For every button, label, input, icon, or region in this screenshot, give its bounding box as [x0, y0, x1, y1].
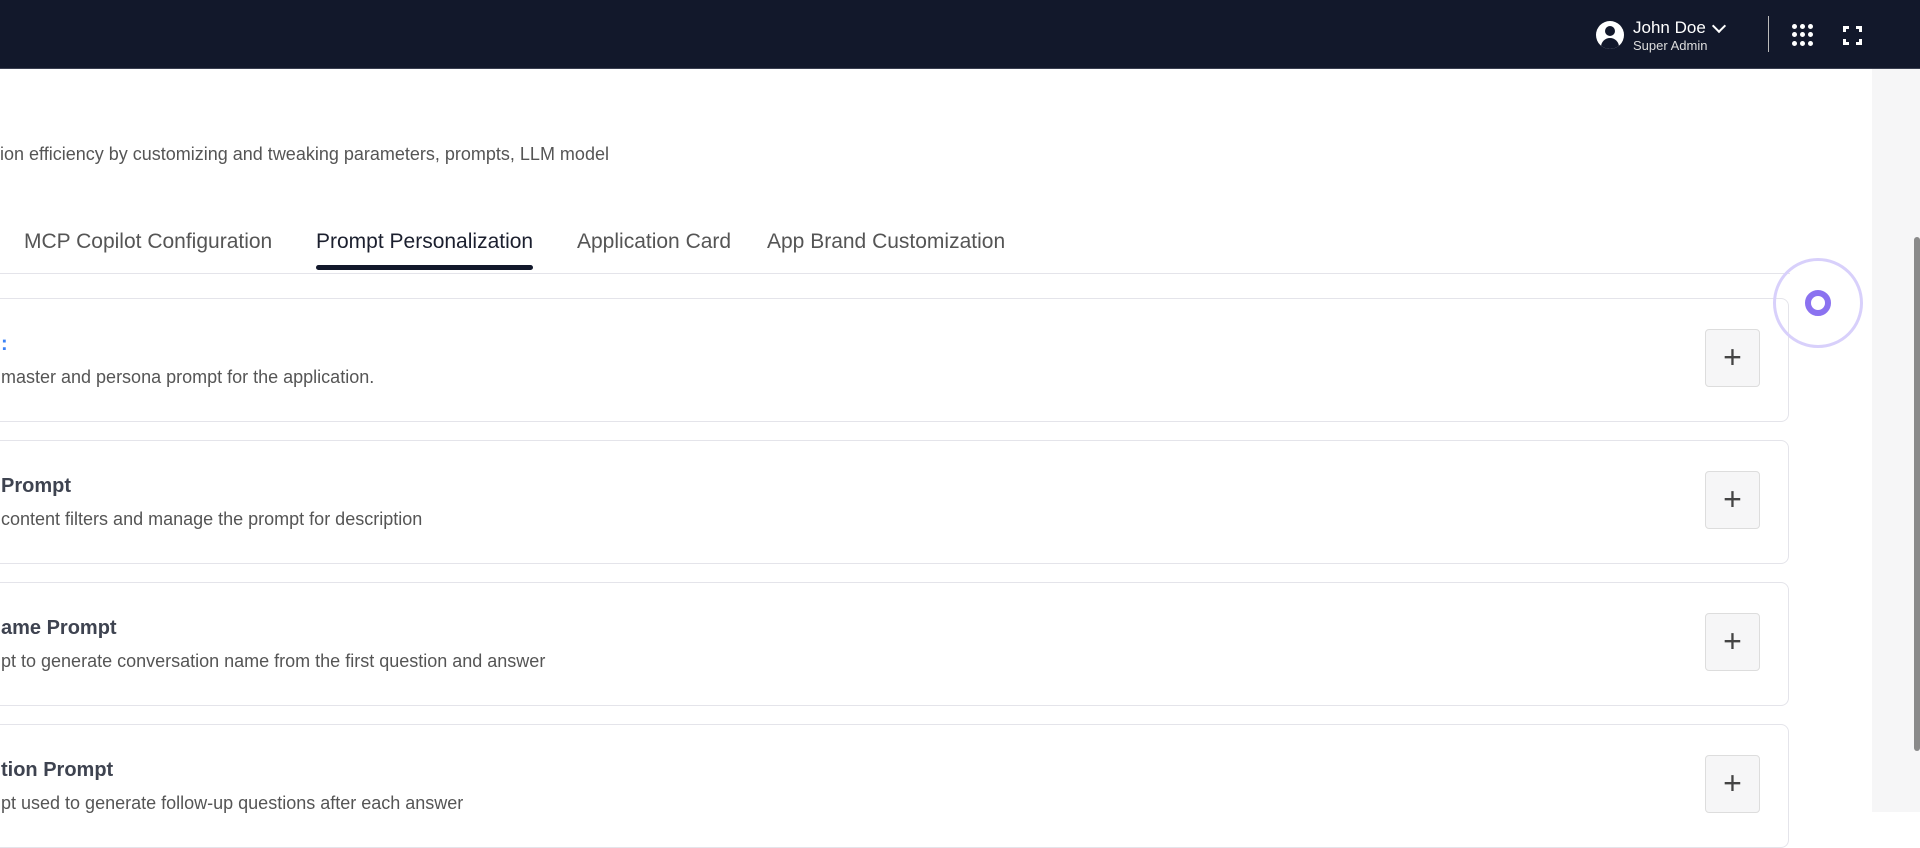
- top-bar: John Doe Super Admin: [0, 0, 1920, 69]
- card-description: pt used to generate follow-up questions …: [1, 793, 464, 813]
- card-title: ame Prompt: [1, 617, 117, 639]
- divider: [1768, 16, 1769, 52]
- apps-grid-icon[interactable]: [1792, 24, 1814, 46]
- right-gutter: [1872, 69, 1920, 812]
- chevron-down-icon: [1711, 18, 1726, 33]
- card-title: :: [1, 333, 8, 355]
- tab-app-brand-customization[interactable]: App Brand Customization: [767, 230, 1005, 266]
- expand-plus-button[interactable]: +: [1705, 613, 1760, 671]
- user-name: John Doe: [1633, 18, 1706, 37]
- fullscreen-icon[interactable]: [1843, 26, 1862, 45]
- page-subtitle: ion efficiency by customizing and tweaki…: [0, 144, 609, 164]
- prompt-card: : master and persona prompt for the appl…: [0, 298, 1789, 422]
- expand-plus-button[interactable]: +: [1705, 755, 1760, 813]
- prompt-card: ame Prompt pt to generate conversation n…: [0, 582, 1789, 706]
- card-title: Prompt: [1, 475, 71, 497]
- user-menu[interactable]: John Doe Super Admin: [1596, 18, 1726, 54]
- tab-prompt-personalization[interactable]: Prompt Personalization: [316, 230, 534, 270]
- card-description: master and persona prompt for the applic…: [1, 367, 375, 387]
- prompt-card: Prompt content filters and manage the pr…: [0, 440, 1789, 564]
- expand-plus-button[interactable]: +: [1705, 329, 1760, 387]
- prompt-card: tion Prompt pt used to generate follow-u…: [0, 724, 1789, 848]
- tab-mcp-copilot-configuration[interactable]: MCP Copilot Configuration: [24, 230, 272, 266]
- assistant-floating-button[interactable]: [1773, 258, 1863, 348]
- expand-plus-button[interactable]: +: [1705, 471, 1760, 529]
- tab-bar: MCP Copilot Configuration Prompt Persona…: [0, 230, 1790, 274]
- user-role: Super Admin: [1633, 38, 1708, 53]
- user-avatar-icon: [1596, 21, 1624, 49]
- card-title: tion Prompt: [1, 759, 114, 781]
- card-description: content filters and manage the prompt fo…: [1, 509, 423, 529]
- tab-application-card[interactable]: Application Card: [577, 230, 731, 266]
- card-description: pt to generate conversation name from th…: [1, 651, 546, 671]
- scrollbar[interactable]: [1914, 237, 1920, 751]
